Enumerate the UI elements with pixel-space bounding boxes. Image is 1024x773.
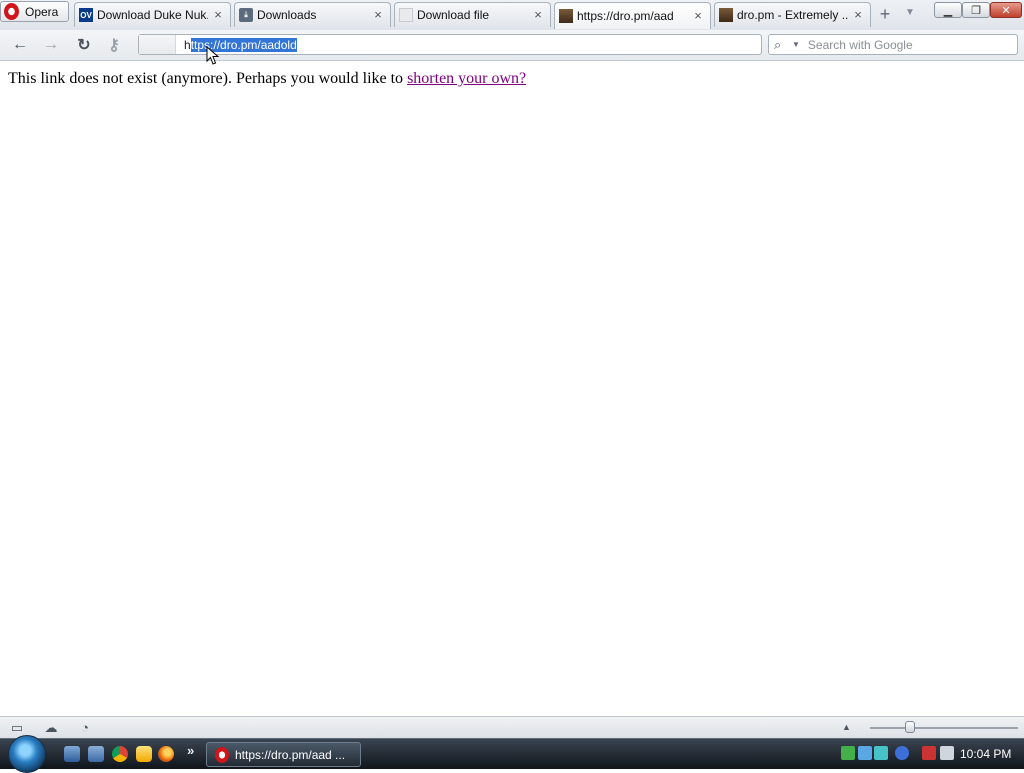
- chevron-down-icon[interactable]: ▼: [903, 6, 917, 20]
- tab-title: https://dro.pm/aad: [577, 9, 674, 23]
- restore-button[interactable]: ❐: [962, 2, 990, 18]
- panel-toggle-icon[interactable]: ▭: [9, 720, 25, 736]
- ov-icon: OV: [79, 8, 93, 22]
- turbo-icon[interactable]: ◔: [77, 720, 93, 736]
- volume-muted-icon[interactable]: [940, 746, 954, 760]
- page-content: This link does not exist (anymore). Perh…: [0, 61, 1024, 716]
- close-icon[interactable]: ×: [212, 8, 224, 21]
- firefox-icon[interactable]: [158, 746, 174, 762]
- opera-logo-icon: [215, 746, 229, 763]
- search-icon[interactable]: ⌕: [774, 37, 788, 52]
- status-bar: ▭ ☁ ◔ ▲: [0, 716, 1024, 739]
- close-icon[interactable]: ×: [372, 8, 384, 21]
- dro-icon: [559, 9, 573, 23]
- address-field[interactable]: https://dro.pm/aadold: [138, 34, 762, 55]
- clock[interactable]: 10:04 PM: [960, 747, 1011, 761]
- opera-logo-icon: [4, 3, 19, 20]
- navigation-toolbar: ← → ↻ ⚷ https://dro.pm/aadold ⌕ ▼: [0, 30, 1024, 61]
- close-icon[interactable]: ×: [692, 9, 704, 22]
- chevron-down-icon[interactable]: ▼: [792, 40, 800, 49]
- tab-title: Downloads: [257, 8, 317, 22]
- site-info-badge[interactable]: [139, 35, 176, 54]
- key-icon[interactable]: ⚷: [104, 35, 124, 55]
- tab-download-file[interactable]: Download file ×: [394, 2, 551, 27]
- tab-title: dro.pm - Extremely ...: [737, 8, 848, 22]
- flag-tray-icon[interactable]: [874, 746, 888, 760]
- network-tray-icon[interactable]: [858, 746, 872, 760]
- security-tray-icon[interactable]: [841, 746, 855, 760]
- not-found-message: This link does not exist (anymore). Perh…: [8, 70, 526, 88]
- quicklaunch-more-icon[interactable]: »: [187, 743, 194, 758]
- switch-windows-icon[interactable]: [88, 746, 104, 762]
- file-icon: [399, 8, 413, 22]
- dro-icon: [719, 8, 733, 22]
- chrome-icon[interactable]: [112, 746, 128, 762]
- taskbar-window-title: https://dro.pm/aad ...: [235, 747, 346, 762]
- opera-menu-button[interactable]: Opera: [0, 1, 69, 22]
- close-icon[interactable]: ×: [852, 8, 864, 21]
- shorten-link[interactable]: shorten your own?: [407, 70, 526, 87]
- tab-title: Download file: [417, 8, 490, 22]
- back-icon[interactable]: ←: [10, 35, 30, 55]
- opera-menu-label: Opera: [25, 4, 59, 19]
- forward-icon[interactable]: →: [41, 35, 61, 55]
- new-tab-icon[interactable]: +: [877, 5, 893, 23]
- tab-dro-aad[interactable]: https://dro.pm/aad ×: [554, 2, 711, 29]
- start-button[interactable]: [8, 735, 46, 773]
- zoom-slider[interactable]: [870, 727, 1018, 729]
- messenger-icon[interactable]: [136, 746, 152, 762]
- tab-title: Download Duke Nuk...: [97, 8, 208, 22]
- unite-cloud-icon[interactable]: ☁: [43, 720, 59, 736]
- message-text: This link does not exist (anymore). Perh…: [8, 70, 404, 87]
- tab-downloads[interactable]: ⤓ Downloads ×: [234, 2, 391, 27]
- mouse-cursor-icon: [206, 46, 220, 65]
- address-text[interactable]: https://dro.pm/aadold: [176, 37, 297, 52]
- power-tray-icon[interactable]: [922, 746, 936, 760]
- close-icon[interactable]: ×: [532, 8, 544, 21]
- download-icon: ⤓: [239, 8, 253, 22]
- reload-icon[interactable]: ↻: [74, 35, 94, 55]
- address-prefix: h: [184, 37, 191, 52]
- minimize-button[interactable]: ▁: [934, 2, 962, 18]
- show-desktop-icon[interactable]: [64, 746, 80, 762]
- zoom-arrow-icon[interactable]: ▲: [842, 720, 854, 734]
- search-box[interactable]: ⌕ ▼: [768, 34, 1018, 55]
- search-input[interactable]: [803, 37, 1008, 52]
- windows-taskbar: » https://dro.pm/aad ... 10:04 PM: [0, 735, 1024, 773]
- tab-bar: Opera OV Download Duke Nuk... × ⤓ Downlo…: [0, 0, 1024, 31]
- taskbar-opera-window[interactable]: https://dro.pm/aad ...: [206, 742, 361, 767]
- close-window-button[interactable]: ✕: [990, 2, 1022, 18]
- tab-dro-extremely[interactable]: dro.pm - Extremely ... ×: [714, 2, 871, 27]
- antivirus-tray-icon[interactable]: [895, 746, 909, 760]
- zoom-slider-thumb[interactable]: [905, 721, 915, 733]
- tab-download-duke[interactable]: OV Download Duke Nuk... ×: [74, 2, 231, 27]
